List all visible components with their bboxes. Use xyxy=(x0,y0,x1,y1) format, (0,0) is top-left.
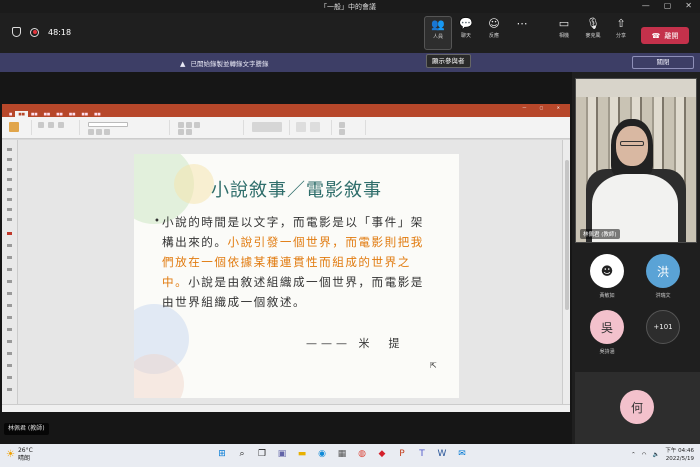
video-participant-name: 林佩君 (教師) xyxy=(580,229,620,239)
tray-chevron-icon[interactable]: ⌃ xyxy=(631,451,636,459)
avatar: 洪 xyxy=(646,254,680,288)
presenter-label: 林佩君 (教師) xyxy=(4,423,49,435)
meeting-timer: 48:18 xyxy=(48,27,72,37)
more-participants-button[interactable]: +101 xyxy=(643,310,683,344)
clock[interactable]: 下午 04:46 2022/5/19 xyxy=(665,447,694,463)
windows-taskbar: ☀ 26°C 晴朗 ⊞ ⌕ ❐ ▣ ▬ ◉ ▦ ◍ ◆ P T W ✉ ⌃ ◠ … xyxy=(0,444,700,467)
chrome-icon[interactable]: ◍ xyxy=(355,447,369,461)
mic-button[interactable]: 🎙 麥克風 xyxy=(579,16,607,50)
recording-banner: ▲ 已開始錄製並轉錄文字謄錄 顯示參與者 關閉 xyxy=(0,53,700,72)
more-icon: ⋯ xyxy=(516,17,528,30)
chat-button[interactable]: 💬 聊天 xyxy=(452,16,480,50)
word-icon[interactable]: W xyxy=(435,447,449,461)
mail-icon[interactable]: ✉ xyxy=(455,447,469,461)
window-title: 「一般」中的會議 xyxy=(320,3,376,11)
more-button[interactable]: ⋯ xyxy=(508,16,536,50)
people-icon: 👥 xyxy=(431,18,445,31)
participant-tile[interactable]: 吳 吳詩涵 xyxy=(587,310,627,355)
warning-icon: ▲ xyxy=(180,60,186,68)
slide-title: 小說敘事／電影敘事 xyxy=(211,180,382,201)
ppt-ribbon xyxy=(2,117,570,139)
store-icon[interactable]: ▦ xyxy=(335,447,349,461)
bullet-icon: • xyxy=(154,216,162,227)
windows-start-icon[interactable]: ⊞ xyxy=(215,447,229,461)
avatar: 何 xyxy=(620,390,654,424)
recording-icon xyxy=(30,27,39,37)
slide-canvas: 小說敘事／電影敘事 • 小說的時間是以文字，而電影是以「事件」架構出來的。小說引… xyxy=(134,154,459,398)
phone-hangup-icon: ☎ xyxy=(651,31,661,40)
slide-attribution: ——— 米 提 xyxy=(306,337,404,350)
close-window-icon[interactable]: ✕ xyxy=(685,1,692,10)
close-banner-button[interactable]: 關閉 xyxy=(632,56,694,69)
acrobat-icon[interactable]: ◆ xyxy=(375,447,389,461)
window-title-bar: 「一般」中的會議 — ▢ ✕ xyxy=(0,0,700,13)
people-button[interactable]: 👥 人員 xyxy=(424,16,452,50)
slide-body: • 小說的時間是以文字，而電影是以「事件」架構出來的。小說引發一個世界，而電影則… xyxy=(154,212,432,312)
taskbar-apps: ⊞ ⌕ ❐ ▣ ▬ ◉ ▦ ◍ ◆ P T W ✉ xyxy=(215,447,469,461)
search-icon[interactable]: ⌕ xyxy=(235,447,249,461)
reactions-button[interactable]: ☺ 反應 xyxy=(480,16,508,50)
more-participants-count: +101 xyxy=(646,310,680,344)
ppt-scrollbar[interactable] xyxy=(562,140,570,404)
chat-icon: 💬 xyxy=(459,17,473,30)
powerpoint-title-bar: — ▢ ✕ xyxy=(2,104,570,111)
share-button[interactable]: ⇧ 分享 xyxy=(607,16,635,50)
mic-off-icon: 🎙 xyxy=(586,17,600,30)
minimize-icon[interactable]: — xyxy=(642,1,650,10)
maximize-icon[interactable]: ▢ xyxy=(664,1,672,10)
mouse-cursor-icon: ⇱ xyxy=(430,361,437,370)
tray-network-icon[interactable]: ◠ xyxy=(642,451,647,459)
weather-label: 晴朗 xyxy=(17,455,30,462)
teams-chat-icon[interactable]: ▣ xyxy=(275,447,289,461)
temperature: 26°C xyxy=(17,447,33,454)
participant-tile[interactable]: 洪 洪瑞文 xyxy=(643,254,683,299)
edge-icon[interactable]: ◉ xyxy=(315,447,329,461)
participant-tile[interactable]: ☻ 黃敏如 xyxy=(587,254,627,299)
shared-screen: — ▢ ✕ ■ ■■ ■■ ■■ ■■ ■■ ■■ ■■ 小說敘事／電影敘事 •… xyxy=(0,72,572,444)
presenter-video[interactable]: 林佩君 (教師) xyxy=(575,78,697,243)
shield-icon xyxy=(12,27,21,37)
avatar: ☻ xyxy=(590,254,624,288)
window-controls: — ▢ ✕ xyxy=(642,1,692,10)
leave-button[interactable]: ☎ 離開 xyxy=(641,27,689,44)
ppt-window-controls: — ▢ ✕ xyxy=(522,105,566,110)
file-explorer-icon[interactable]: ▬ xyxy=(295,447,309,461)
reaction-icon: ☺ xyxy=(488,17,500,30)
camera-button[interactable]: ▭ 相機 xyxy=(550,16,578,50)
tray-volume-icon[interactable]: 🔈 xyxy=(653,451,660,459)
avatar: 吳 xyxy=(590,310,624,344)
share-icon: ⇧ xyxy=(616,17,626,30)
task-view-icon[interactable]: ❐ xyxy=(255,447,269,461)
system-tray: ⌃ ◠ 🔈 下午 04:46 2022/5/19 xyxy=(631,447,694,463)
participant-gallery: ☻ 黃敏如 洪 洪瑞文 吳 吳詩涵 +101 何 xyxy=(575,244,700,444)
weather-sun-icon: ☀ xyxy=(6,449,15,460)
show-participants-tooltip: 顯示參與者 xyxy=(426,54,471,68)
participant-tile-large[interactable]: 何 xyxy=(575,372,700,444)
powerpoint-icon[interactable]: P xyxy=(395,447,409,461)
weather-widget[interactable]: ☀ 26°C 晴朗 xyxy=(6,447,33,463)
ppt-status-bar xyxy=(2,404,570,412)
teams-icon[interactable]: T xyxy=(415,447,429,461)
banner-message: 已開始錄製並轉錄文字謄錄 xyxy=(190,60,269,68)
meeting-toolbar: 48:18 👥 人員 💬 聊天 ☺ 反應 ⋯ ▭ 相機 🎙 麥克風 ⇧ 分享 ☎… xyxy=(0,13,700,53)
slide-thumbnails[interactable] xyxy=(2,140,18,404)
camera-off-icon: ▭ xyxy=(558,17,570,30)
